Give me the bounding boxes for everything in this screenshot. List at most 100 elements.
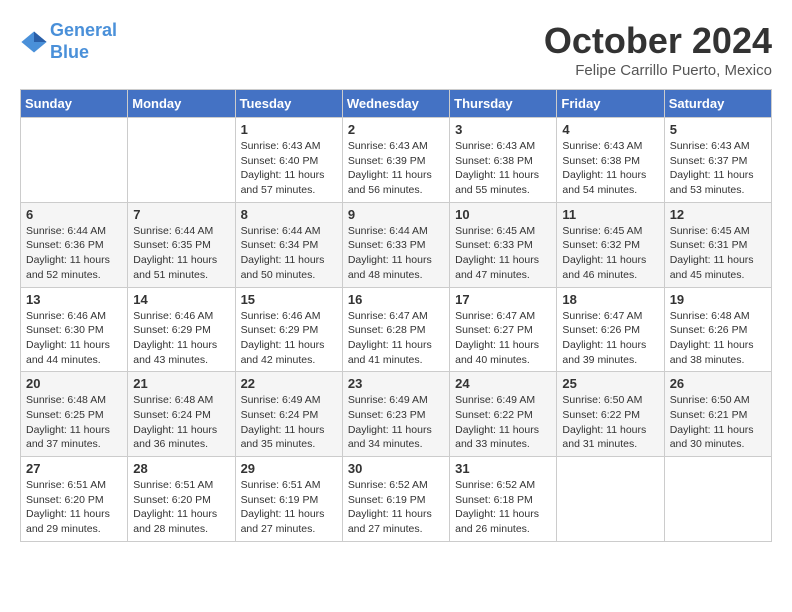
day-number: 24 <box>455 376 551 391</box>
daylight: Daylight: 11 hours and 40 minutes. <box>455 339 539 366</box>
day-number: 6 <box>26 207 122 222</box>
daylight: Daylight: 11 hours and 57 minutes. <box>241 169 325 196</box>
calendar-cell: 27 Sunrise: 6:51 AM Sunset: 6:20 PM Dayl… <box>21 457 128 542</box>
sunset: Sunset: 6:38 PM <box>455 155 533 167</box>
daylight: Daylight: 11 hours and 41 minutes. <box>348 339 432 366</box>
daylight: Daylight: 11 hours and 42 minutes. <box>241 339 325 366</box>
daylight: Daylight: 11 hours and 35 minutes. <box>241 424 325 451</box>
daylight: Daylight: 11 hours and 31 minutes. <box>562 424 646 451</box>
daylight: Daylight: 11 hours and 46 minutes. <box>562 254 646 281</box>
day-number: 9 <box>348 207 444 222</box>
day-info: Sunrise: 6:44 AM Sunset: 6:34 PM Dayligh… <box>241 224 337 283</box>
sunrise: Sunrise: 6:45 AM <box>455 225 535 237</box>
day-info: Sunrise: 6:48 AM Sunset: 6:24 PM Dayligh… <box>133 393 229 452</box>
column-header-wednesday: Wednesday <box>342 90 449 118</box>
day-number: 17 <box>455 292 551 307</box>
day-number: 25 <box>562 376 658 391</box>
location: Felipe Carrillo Puerto, Mexico <box>544 62 772 79</box>
calendar-cell: 31 Sunrise: 6:52 AM Sunset: 6:18 PM Dayl… <box>450 457 557 542</box>
sunrise: Sunrise: 6:43 AM <box>670 140 750 152</box>
day-number: 11 <box>562 207 658 222</box>
day-info: Sunrise: 6:50 AM Sunset: 6:22 PM Dayligh… <box>562 393 658 452</box>
calendar-cell: 14 Sunrise: 6:46 AM Sunset: 6:29 PM Dayl… <box>128 287 235 372</box>
day-info: Sunrise: 6:52 AM Sunset: 6:18 PM Dayligh… <box>455 478 551 537</box>
column-header-sunday: Sunday <box>21 90 128 118</box>
sunrise: Sunrise: 6:43 AM <box>562 140 642 152</box>
sunrise: Sunrise: 6:46 AM <box>241 310 321 322</box>
calendar-cell: 2 Sunrise: 6:43 AM Sunset: 6:39 PM Dayli… <box>342 118 449 203</box>
day-number: 27 <box>26 461 122 476</box>
week-row-3: 13 Sunrise: 6:46 AM Sunset: 6:30 PM Dayl… <box>21 287 772 372</box>
daylight: Daylight: 11 hours and 47 minutes. <box>455 254 539 281</box>
calendar-cell: 9 Sunrise: 6:44 AM Sunset: 6:33 PM Dayli… <box>342 202 449 287</box>
daylight: Daylight: 11 hours and 45 minutes. <box>670 254 754 281</box>
sunset: Sunset: 6:26 PM <box>670 324 748 336</box>
day-info: Sunrise: 6:43 AM Sunset: 6:38 PM Dayligh… <box>455 139 551 198</box>
day-info: Sunrise: 6:47 AM Sunset: 6:26 PM Dayligh… <box>562 309 658 368</box>
calendar-cell: 23 Sunrise: 6:49 AM Sunset: 6:23 PM Dayl… <box>342 372 449 457</box>
sunset: Sunset: 6:20 PM <box>26 494 104 506</box>
day-number: 1 <box>241 122 337 137</box>
daylight: Daylight: 11 hours and 34 minutes. <box>348 424 432 451</box>
calendar-cell: 1 Sunrise: 6:43 AM Sunset: 6:40 PM Dayli… <box>235 118 342 203</box>
calendar-cell: 22 Sunrise: 6:49 AM Sunset: 6:24 PM Dayl… <box>235 372 342 457</box>
sunset: Sunset: 6:33 PM <box>455 239 533 251</box>
day-info: Sunrise: 6:51 AM Sunset: 6:19 PM Dayligh… <box>241 478 337 537</box>
sunset: Sunset: 6:18 PM <box>455 494 533 506</box>
column-header-monday: Monday <box>128 90 235 118</box>
sunrise: Sunrise: 6:47 AM <box>348 310 428 322</box>
calendar-cell: 21 Sunrise: 6:48 AM Sunset: 6:24 PM Dayl… <box>128 372 235 457</box>
day-info: Sunrise: 6:46 AM Sunset: 6:29 PM Dayligh… <box>241 309 337 368</box>
calendar-table: SundayMondayTuesdayWednesdayThursdayFrid… <box>20 89 772 542</box>
calendar-cell: 15 Sunrise: 6:46 AM Sunset: 6:29 PM Dayl… <box>235 287 342 372</box>
column-header-thursday: Thursday <box>450 90 557 118</box>
sunrise: Sunrise: 6:43 AM <box>348 140 428 152</box>
title-block: October 2024 Felipe Carrillo Puerto, Mex… <box>544 20 772 79</box>
sunset: Sunset: 6:36 PM <box>26 239 104 251</box>
day-info: Sunrise: 6:49 AM Sunset: 6:24 PM Dayligh… <box>241 393 337 452</box>
daylight: Daylight: 11 hours and 30 minutes. <box>670 424 754 451</box>
calendar-cell: 8 Sunrise: 6:44 AM Sunset: 6:34 PM Dayli… <box>235 202 342 287</box>
day-number: 15 <box>241 292 337 307</box>
daylight: Daylight: 11 hours and 28 minutes. <box>133 508 217 535</box>
day-number: 4 <box>562 122 658 137</box>
day-info: Sunrise: 6:49 AM Sunset: 6:22 PM Dayligh… <box>455 393 551 452</box>
calendar-cell: 3 Sunrise: 6:43 AM Sunset: 6:38 PM Dayli… <box>450 118 557 203</box>
sunset: Sunset: 6:40 PM <box>241 155 319 167</box>
daylight: Daylight: 11 hours and 44 minutes. <box>26 339 110 366</box>
calendar-cell: 16 Sunrise: 6:47 AM Sunset: 6:28 PM Dayl… <box>342 287 449 372</box>
column-header-saturday: Saturday <box>664 90 771 118</box>
sunset: Sunset: 6:26 PM <box>562 324 640 336</box>
sunrise: Sunrise: 6:44 AM <box>241 225 321 237</box>
sunrise: Sunrise: 6:48 AM <box>26 394 106 406</box>
week-row-4: 20 Sunrise: 6:48 AM Sunset: 6:25 PM Dayl… <box>21 372 772 457</box>
calendar-cell <box>21 118 128 203</box>
day-number: 28 <box>133 461 229 476</box>
calendar-cell: 18 Sunrise: 6:47 AM Sunset: 6:26 PM Dayl… <box>557 287 664 372</box>
logo: General Blue <box>20 20 117 63</box>
calendar-cell: 26 Sunrise: 6:50 AM Sunset: 6:21 PM Dayl… <box>664 372 771 457</box>
daylight: Daylight: 11 hours and 56 minutes. <box>348 169 432 196</box>
calendar-cell: 7 Sunrise: 6:44 AM Sunset: 6:35 PM Dayli… <box>128 202 235 287</box>
sunset: Sunset: 6:29 PM <box>133 324 211 336</box>
sunset: Sunset: 6:22 PM <box>455 409 533 421</box>
month-title: October 2024 <box>544 20 772 62</box>
day-number: 19 <box>670 292 766 307</box>
daylight: Daylight: 11 hours and 50 minutes. <box>241 254 325 281</box>
page-header: General Blue October 2024 Felipe Carrill… <box>20 20 772 79</box>
daylight: Daylight: 11 hours and 52 minutes. <box>26 254 110 281</box>
daylight: Daylight: 11 hours and 54 minutes. <box>562 169 646 196</box>
day-number: 5 <box>670 122 766 137</box>
day-number: 29 <box>241 461 337 476</box>
sunrise: Sunrise: 6:47 AM <box>562 310 642 322</box>
sunset: Sunset: 6:35 PM <box>133 239 211 251</box>
daylight: Daylight: 11 hours and 37 minutes. <box>26 424 110 451</box>
daylight: Daylight: 11 hours and 53 minutes. <box>670 169 754 196</box>
sunset: Sunset: 6:19 PM <box>241 494 319 506</box>
sunrise: Sunrise: 6:52 AM <box>455 479 535 491</box>
day-number: 20 <box>26 376 122 391</box>
day-info: Sunrise: 6:43 AM Sunset: 6:37 PM Dayligh… <box>670 139 766 198</box>
calendar-cell <box>664 457 771 542</box>
calendar-cell <box>128 118 235 203</box>
week-row-5: 27 Sunrise: 6:51 AM Sunset: 6:20 PM Dayl… <box>21 457 772 542</box>
